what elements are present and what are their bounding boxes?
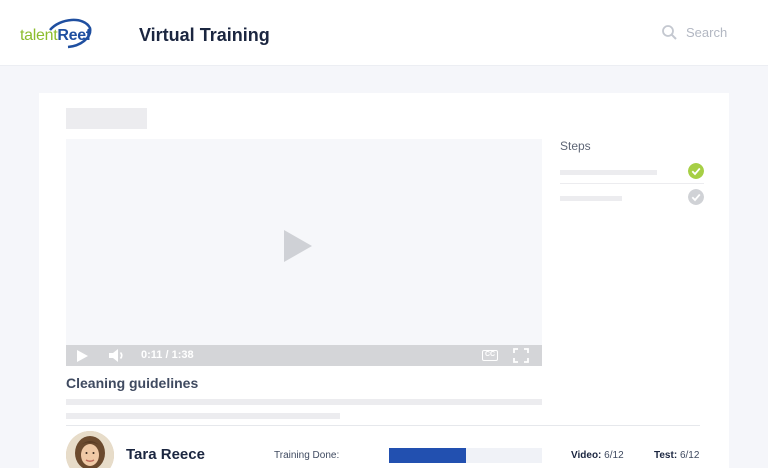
check-circle-icon (688, 189, 704, 205)
check-circle-icon (688, 163, 704, 179)
training-progress-fill (389, 448, 466, 463)
user-photo (66, 431, 114, 468)
training-done-label: Training Done: (274, 450, 340, 461)
closed-captions-icon[interactable]: CC (482, 350, 498, 361)
steps-label: Steps (560, 139, 591, 153)
training-card: 0:11 / 1:38 CC Cleaning guidelines Steps (39, 93, 729, 468)
user-name: Tara Reece (126, 446, 205, 463)
play-icon[interactable] (284, 230, 312, 262)
step-label-placeholder (560, 170, 657, 175)
training-progress-bar (389, 448, 542, 463)
avatar[interactable] (66, 431, 114, 468)
search-icon[interactable] (661, 24, 678, 41)
step-item[interactable] (560, 162, 704, 180)
step-label-placeholder (560, 196, 622, 201)
video-title: Cleaning guidelines (66, 375, 199, 391)
logo-wordmark: talentReef (20, 27, 91, 44)
test-stat: Test: 6/12 (654, 450, 700, 461)
breadcrumb-placeholder (66, 108, 147, 129)
fullscreen-icon[interactable] (513, 348, 529, 363)
video-controls: 0:11 / 1:38 CC (66, 345, 542, 366)
page-title: Virtual Training (139, 25, 270, 45)
step-divider (560, 183, 704, 184)
search-input[interactable] (686, 25, 746, 40)
step-item[interactable] (560, 188, 704, 206)
description-placeholder (66, 413, 340, 419)
talentreef-logo[interactable]: talentReef (20, 16, 92, 52)
user-progress-row: Tara Reece Training Done: Video: 6/12 Te… (66, 431, 702, 468)
video-stat: Video: 6/12 (571, 450, 624, 461)
section-divider (66, 425, 700, 426)
search-box[interactable] (661, 24, 746, 41)
video-player[interactable]: 0:11 / 1:38 CC (66, 139, 542, 366)
play-button[interactable] (77, 350, 88, 362)
description-placeholder (66, 399, 542, 405)
app-header: talentReef Virtual Training (0, 0, 768, 66)
volume-icon[interactable] (108, 348, 126, 363)
steps-panel: Steps (560, 139, 705, 205)
video-time: 0:11 / 1:38 (141, 349, 194, 361)
